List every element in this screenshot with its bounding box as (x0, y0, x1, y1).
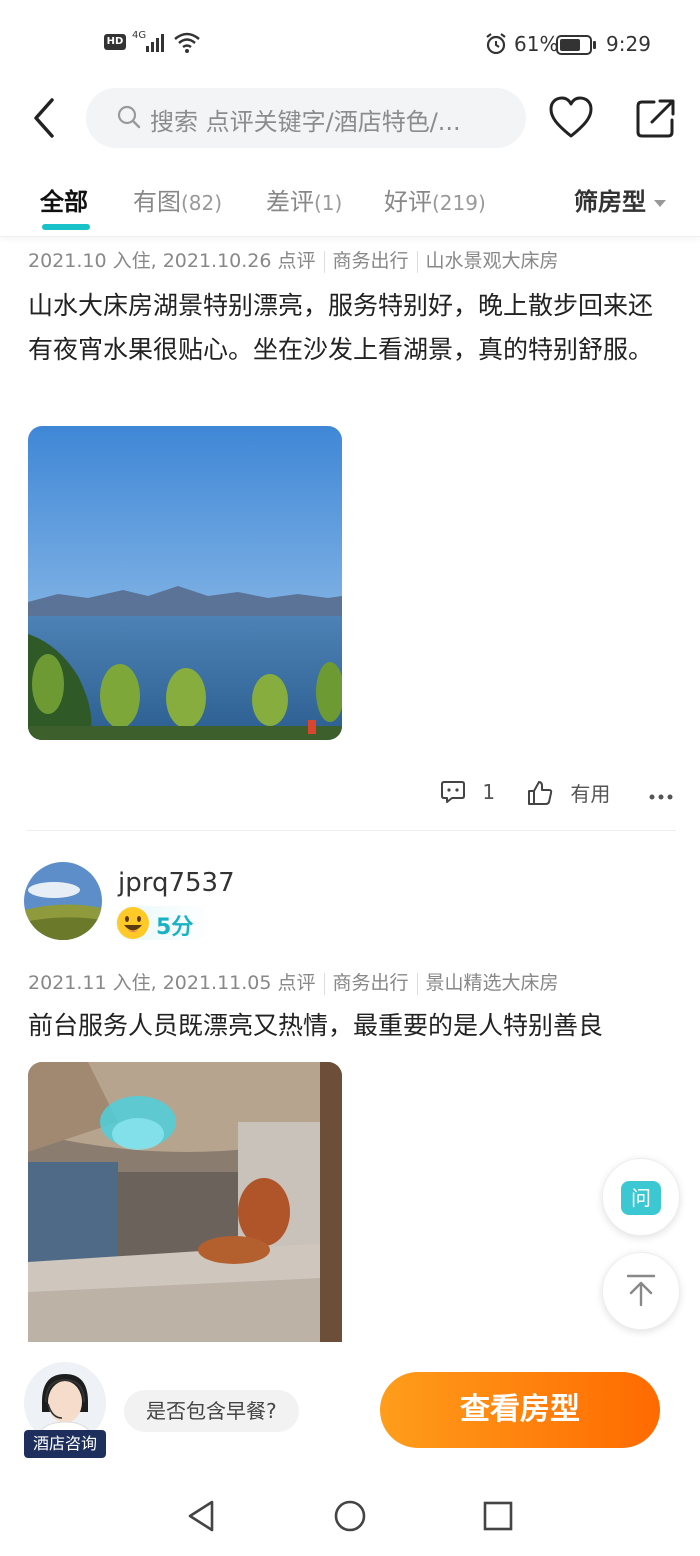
heart-icon (549, 96, 593, 138)
clock: 9:29 (606, 32, 651, 56)
battery-icon (556, 34, 598, 60)
faq-chip-breakfast[interactable]: 是否包含早餐? (124, 1390, 299, 1432)
hotel-consult-label[interactable]: 酒店咨询 (24, 1430, 106, 1458)
tab-negative[interactable]: 差评(1) (266, 182, 342, 217)
lake-photo (28, 426, 342, 740)
more-button[interactable] (648, 786, 674, 805)
review-meta: 2021.10 入住, 2021.10.26 点评 商务出行 山水景观大床房 (28, 246, 559, 273)
status-bar: HD 4G 61% 9:29 (0, 0, 700, 88)
filter-label: 筛房型 (574, 188, 646, 216)
smile-emoji-icon (117, 907, 149, 939)
review-meta: 2021.11 入住, 2021.11.05 点评 商务出行 景山精选大床房 (28, 968, 559, 995)
score: 5分 (156, 915, 194, 940)
caret-down-icon (654, 199, 666, 207)
room-type: 景山精选大床房 (425, 972, 559, 994)
thumbs-up-icon (528, 780, 553, 805)
room-type: 山水景观大床房 (425, 250, 559, 272)
ask-icon: 问 (621, 1181, 661, 1215)
lobby-photo (28, 1062, 342, 1342)
share-icon (636, 99, 675, 138)
battery-percent: 61% (514, 32, 559, 56)
favorite-button[interactable] (548, 96, 594, 144)
tab-all[interactable]: 全部 (40, 182, 88, 217)
4g-signal-icon: 4G (132, 28, 170, 58)
arrow-up-icon (626, 1274, 656, 1307)
svg-text:4G: 4G (132, 30, 146, 41)
tab-label: 差评 (266, 188, 314, 216)
view-room-types-button[interactable]: 查看房型 (380, 1372, 660, 1448)
ask-question-button[interactable]: 问 (602, 1158, 680, 1236)
search-icon (116, 104, 142, 134)
tab-positive[interactable]: 好评(219) (384, 182, 486, 217)
useful-button[interactable]: 有用 (526, 778, 610, 807)
comment-icon (441, 780, 465, 803)
divider (323, 250, 325, 273)
review-dates: 2021.11 入住, 2021.11.05 点评 (28, 972, 316, 994)
hd-icon: HD (104, 34, 126, 50)
room-type-filter[interactable]: 筛房型 (574, 182, 666, 217)
trip-type: 商务出行 (332, 972, 409, 994)
chevron-left-icon (34, 98, 54, 138)
review-divider (26, 830, 676, 831)
trip-type: 商务出行 (332, 250, 409, 272)
comment-button[interactable]: 1 (440, 778, 495, 805)
tab-label: 有图 (133, 188, 181, 216)
username[interactable]: jprq7537 (118, 868, 235, 898)
tab-count: (1) (314, 191, 343, 215)
review-dates: 2021.10 入住, 2021.10.26 点评 (28, 250, 316, 272)
tab-count: (82) (181, 191, 223, 215)
system-navigation-bar (0, 1470, 700, 1556)
rating-badge: 5分 (116, 906, 212, 940)
nav-recents-icon[interactable] (482, 1500, 514, 1532)
tab-label: 全部 (40, 188, 88, 216)
tab-count: (219) (432, 191, 486, 215)
review-tabs: 全部 有图(82) 差评(1) 好评(219) 筛房型 (0, 166, 700, 237)
alarm-icon (484, 32, 508, 60)
tab-with-photos[interactable]: 有图(82) (133, 182, 222, 217)
nav-back-icon[interactable] (184, 1498, 218, 1534)
active-tab-indicator (42, 224, 90, 230)
avatar-image (24, 862, 102, 940)
back-button[interactable] (26, 96, 66, 140)
more-icon (649, 794, 673, 800)
review-text: 山水大床房湖景特别漂亮，服务特别好，晚上散步回来还有夜宵水果很贴心。坐在沙发上看… (28, 291, 654, 364)
wifi-icon (172, 30, 202, 58)
back-to-top-button[interactable] (602, 1252, 680, 1330)
tab-label: 好评 (384, 188, 432, 216)
avatar[interactable] (24, 862, 102, 940)
comment-count: 1 (482, 779, 496, 804)
nav-home-icon[interactable] (332, 1498, 368, 1534)
divider (416, 250, 418, 273)
divider (416, 972, 418, 995)
search-placeholder: 搜索 点评关键字/酒店特色/... (150, 108, 461, 136)
useful-label: 有用 (570, 782, 611, 806)
review-photo[interactable] (28, 1062, 342, 1342)
share-button[interactable] (634, 96, 678, 144)
review-text: 前台服务人员既漂亮又热情，最重要的是人特别善良 (28, 1011, 604, 1040)
divider (323, 972, 325, 995)
search-input[interactable]: 搜索 点评关键字/酒店特色/... (86, 88, 526, 148)
review-photo[interactable] (28, 426, 342, 740)
